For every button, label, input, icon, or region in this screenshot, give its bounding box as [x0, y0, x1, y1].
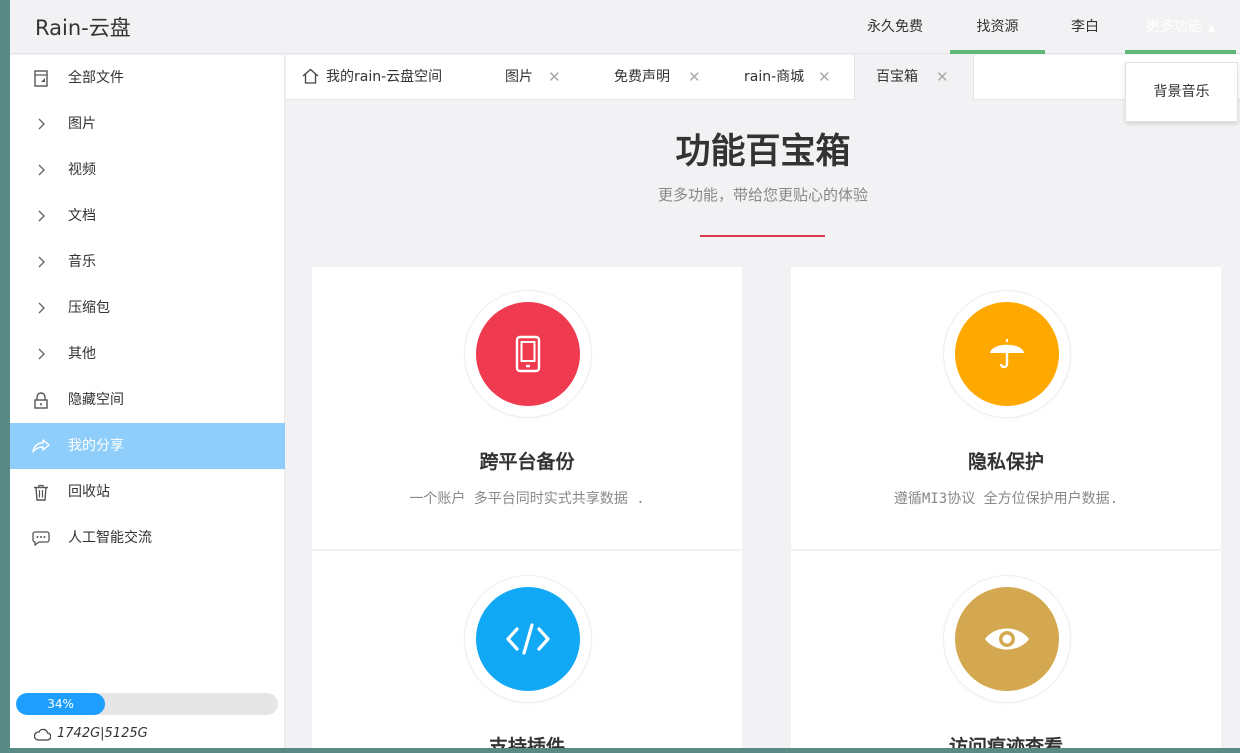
- sidebar-item-recycle-bin[interactable]: 回收站: [10, 469, 285, 515]
- tab-rain-mall[interactable]: rain-商城 ✕: [731, 55, 846, 100]
- tab-toolbox[interactable]: 百宝箱 ✕: [854, 55, 974, 101]
- sidebar-item-label: 隐藏空间: [68, 392, 124, 408]
- close-icon[interactable]: ✕: [548, 55, 561, 99]
- feature-card-desc: 遵循MI3协议 全方位保护用户数据.: [893, 491, 1119, 507]
- nav-label: 李白: [1071, 19, 1099, 35]
- feature-card[interactable]: 跨平台备份 一个账户 多平台同时实式共享数据 .: [312, 267, 742, 549]
- dropdown-item-background-music[interactable]: 背景音乐: [1126, 63, 1237, 121]
- sidebar-item-label: 其他: [68, 346, 96, 362]
- feature-card-desc: 一个账户 多平台同时实式共享数据 .: [409, 491, 645, 507]
- share-icon: [32, 437, 50, 455]
- chevron-right-icon: [32, 299, 50, 317]
- tab-label: 百宝箱: [876, 69, 918, 85]
- sidebar-item-label: 文档: [68, 208, 96, 224]
- storage-progress-fill: 34%: [16, 693, 106, 715]
- sidebar-item-music[interactable]: 音乐: [10, 239, 285, 285]
- sidebar-item-label: 全部文件: [68, 70, 124, 86]
- icon-ring: [465, 576, 591, 702]
- feature-card-title: 隐私保护: [967, 451, 1044, 473]
- feature-card[interactable]: 访问痕迹查看: [791, 551, 1221, 748]
- sidebar-item-archives[interactable]: 压缩包: [10, 285, 285, 331]
- sidebar-item-label: 音乐: [68, 254, 96, 270]
- tab-bar: 我的rain-云盘空间 图片 ✕ 免费声明 ✕ rain-商城 ✕ 百宝箱 ✕: [286, 55, 1240, 101]
- sidebar-item-label: 人工智能交流: [68, 530, 152, 546]
- close-icon[interactable]: ✕: [688, 55, 701, 99]
- icon-ring: [944, 291, 1070, 417]
- sidebar-item-label: 我的分享: [68, 438, 124, 454]
- sidebar-item-videos[interactable]: 视频: [10, 147, 285, 193]
- tab-my-space[interactable]: 我的rain-云盘空间: [286, 55, 466, 100]
- sidebar-item-label: 视频: [68, 162, 96, 178]
- feature-card-title: 支持插件: [488, 736, 565, 748]
- storage-quota: 1742G|5125G: [34, 726, 148, 741]
- tab-label: rain-商城: [744, 69, 805, 85]
- app-title: Rain-云盘: [35, 16, 131, 40]
- nav-free-forever[interactable]: 永久免费: [845, 0, 945, 54]
- nav-label: 永久免费: [867, 19, 923, 35]
- main-content: 功能百宝箱 更多功能，带给您更贴心的体验 跨平台备份 一个账户 多平台同时实式共…: [286, 101, 1240, 748]
- sidebar-item-ai-chat[interactable]: 人工智能交流: [10, 515, 285, 561]
- chevron-right-icon: [32, 115, 50, 133]
- sidebar-item-hidden-space[interactable]: 隐藏空间: [10, 377, 285, 423]
- sidebar-item-my-shares[interactable]: 我的分享: [10, 423, 285, 469]
- sidebar-item-images[interactable]: 图片: [10, 101, 285, 147]
- app-window: Rain-云盘 永久免费 找资源 李白 更多功能 ▲ 背景音乐 全部文件 图片 视…: [10, 0, 1240, 748]
- feature-card[interactable]: 隐私保护 遵循MI3协议 全方位保护用户数据.: [791, 267, 1221, 549]
- chat-icon: [32, 529, 50, 547]
- lock-icon: [32, 391, 50, 409]
- icon-ring: [944, 576, 1070, 702]
- sidebar: 全部文件 图片 视频 文档 音乐 压缩包 其他 隐藏空间 我的分享 回收站 人工…: [10, 55, 285, 748]
- storage-quota-text: 1742G|5125G: [57, 726, 148, 741]
- trash-icon: [32, 483, 50, 501]
- tab-label: 免费声明: [614, 69, 670, 85]
- close-icon[interactable]: ✕: [936, 55, 949, 99]
- sidebar-item-label: 压缩包: [68, 300, 110, 316]
- home-icon: [302, 68, 319, 84]
- feature-card-title: 跨平台备份: [479, 451, 575, 473]
- tab-images[interactable]: 图片 ✕: [491, 55, 591, 100]
- sidebar-item-documents[interactable]: 文档: [10, 193, 285, 239]
- sidebar-item-other[interactable]: 其他: [10, 331, 285, 377]
- chevron-right-icon: [32, 253, 50, 271]
- chevron-right-icon: [32, 345, 50, 363]
- nav-libai[interactable]: 李白: [1050, 0, 1120, 54]
- sidebar-item-label: 图片: [68, 116, 96, 132]
- top-header: Rain-云盘 永久免费 找资源 李白 更多功能 ▲: [10, 0, 1240, 54]
- nav-label: 更多功能: [1145, 19, 1202, 35]
- code-icon: [476, 587, 580, 691]
- nav-more-features[interactable]: 更多功能 ▲: [1125, 0, 1236, 54]
- cloud-icon: [34, 727, 51, 741]
- file-icon: [32, 69, 50, 87]
- nav-label: 找资源: [976, 19, 1019, 35]
- page-title: 功能百宝箱: [675, 132, 851, 172]
- icon-ring: [465, 291, 591, 417]
- close-icon[interactable]: ✕: [818, 55, 831, 99]
- tab-free-statement[interactable]: 免费声明 ✕: [601, 55, 721, 100]
- feature-card[interactable]: 支持插件: [312, 551, 742, 748]
- chevron-right-icon: [32, 207, 50, 225]
- umbrella-icon: [955, 302, 1059, 406]
- caret-up-icon: ▲: [1207, 23, 1216, 34]
- page-subtitle: 更多功能，带给您更贴心的体验: [657, 186, 868, 204]
- tab-label: 我的rain-云盘空间: [326, 69, 443, 85]
- tab-label: 图片: [505, 69, 533, 85]
- tablet-icon: [476, 302, 580, 406]
- nav-find-resources[interactable]: 找资源: [950, 0, 1045, 54]
- sidebar-item-all-files[interactable]: 全部文件: [10, 55, 285, 101]
- eye-icon: [955, 587, 1059, 691]
- more-features-dropdown: 背景音乐: [1125, 62, 1238, 122]
- storage-progress-bar: 34%: [16, 693, 278, 715]
- title-divider: [700, 235, 825, 237]
- sidebar-item-label: 回收站: [68, 484, 110, 500]
- chevron-right-icon: [32, 161, 50, 179]
- feature-card-title: 访问痕迹查看: [948, 736, 1063, 748]
